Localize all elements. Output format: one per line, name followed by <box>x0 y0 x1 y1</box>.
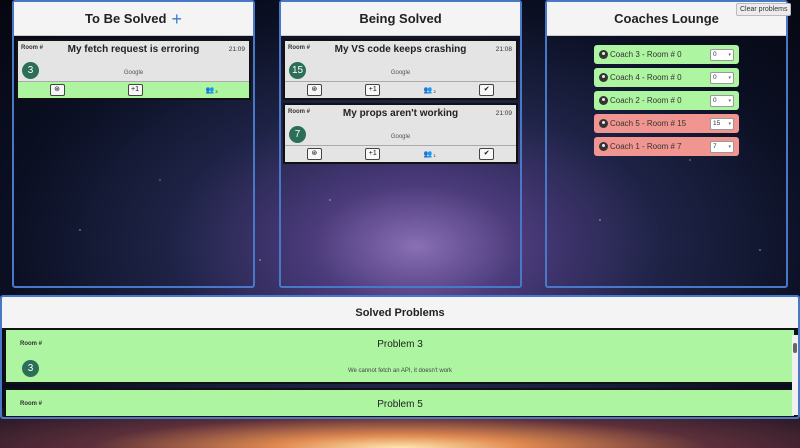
card-actions: ⊛ +1 👥 3 <box>18 81 249 98</box>
card-actions: ⊛ +1 👥 2 ✔ <box>285 81 516 98</box>
room-select-value: 7 <box>713 143 717 150</box>
group-count: 3 <box>215 89 218 94</box>
checkmark-icon[interactable]: ✔ <box>479 148 495 160</box>
solved-problem-title: Problem 5 <box>377 399 423 410</box>
room-select-value: 0 <box>713 97 717 104</box>
to-be-solved-column: To Be Solved + Room # My fetch request i… <box>12 0 255 288</box>
user-icon <box>599 119 608 128</box>
problem-title: My props aren't working <box>342 108 459 119</box>
user-icon <box>599 96 608 105</box>
solved-problem-description: We cannot fetch an API, it doesn't work <box>347 368 453 374</box>
solved-problem-card: Room # Problem 3 3 We cannot fetch an AP… <box>4 328 796 384</box>
coach-label: Coach 1 - Room # 7 <box>610 142 682 151</box>
room-select[interactable]: 0 ▾ <box>710 71 734 84</box>
plus-icon[interactable]: + <box>171 10 182 28</box>
group-icon: 👥 2 <box>423 87 436 94</box>
chevron-down-icon: ▾ <box>728 120 731 127</box>
company-label: Google <box>390 134 411 140</box>
coach-row: Coach 4 - Room # 0 0 ▾ <box>594 68 739 87</box>
problem-card: Room # My props aren't working 21:09 7 G… <box>283 103 518 164</box>
card-actions: ⊛ +1 👥 1 ✔ <box>285 145 516 162</box>
solved-scrollbar[interactable] <box>792 335 798 415</box>
coach-label: Coach 2 - Room # 0 <box>610 96 682 105</box>
plus-one-button[interactable]: +1 <box>127 84 143 96</box>
problem-card: Room # My fetch request is erroring 21:0… <box>16 39 251 100</box>
coaches-lounge-column: Coaches Lounge Coach 3 - Room # 0 0 ▾ Coa… <box>545 0 788 288</box>
group-icon: 👥 1 <box>423 151 436 158</box>
problem-title: My fetch request is erroring <box>67 44 200 55</box>
problem-time: 21:09 <box>228 46 245 53</box>
coach-row: Coach 2 - Room # 0 0 ▾ <box>594 91 739 110</box>
solved-problem-title: Problem 3 <box>377 339 423 350</box>
scrollbar-thumb[interactable] <box>793 343 797 353</box>
group-count: 2 <box>433 89 436 94</box>
coach-list: Coach 3 - Room # 0 0 ▾ Coach 4 - Room # 0… <box>547 36 786 160</box>
problem-time: 21:09 <box>495 110 512 117</box>
room-select[interactable]: 7 ▾ <box>710 140 734 153</box>
checkmark-icon[interactable]: ✔ <box>479 84 495 96</box>
plus-one-button[interactable]: +1 <box>365 148 381 160</box>
lifebuoy-icon[interactable]: ⊛ <box>306 84 322 96</box>
company-label: Google <box>123 70 144 76</box>
clear-problems-button[interactable]: Clear problems <box>736 3 792 16</box>
lifebuoy-icon[interactable]: ⊛ <box>306 148 322 160</box>
chevron-down-icon: ▾ <box>728 143 731 150</box>
coach-row: Coach 3 - Room # 0 0 ▾ <box>594 45 739 64</box>
problem-title: My VS code keeps crashing <box>334 44 467 55</box>
room-select-value: 0 <box>713 74 717 81</box>
user-icon <box>599 50 608 59</box>
being-solved-title: Being Solved <box>359 11 442 26</box>
solved-problem-card: Room # Problem 5 <box>4 388 796 417</box>
room-select[interactable]: 0 ▾ <box>710 94 734 107</box>
coach-label: Coach 4 - Room # 0 <box>610 73 682 82</box>
company-label: Google <box>390 70 411 76</box>
room-select-value: 0 <box>713 51 717 58</box>
chevron-down-icon: ▾ <box>728 51 731 58</box>
coaches-lounge-title: Coaches Lounge <box>614 11 719 26</box>
user-icon <box>599 142 608 151</box>
chevron-down-icon: ▾ <box>728 74 731 81</box>
lifebuoy-icon[interactable]: ⊛ <box>49 84 65 96</box>
coach-row: Coach 5 - Room # 15 15 ▾ <box>594 114 739 133</box>
plus-one-button[interactable]: +1 <box>365 84 381 96</box>
problem-time: 21:08 <box>495 46 512 53</box>
room-select-value: 15 <box>713 120 721 127</box>
being-solved-header: Being Solved <box>281 2 520 36</box>
group-count: 1 <box>433 153 436 158</box>
to-be-solved-header: To Be Solved + <box>14 2 253 36</box>
room-select[interactable]: 15 ▾ <box>710 117 734 130</box>
coach-label: Coach 3 - Room # 0 <box>610 50 682 59</box>
solved-problems-title: Solved Problems <box>355 306 445 319</box>
solved-problems-panel: Solved Problems Room # Problem 3 3 We ca… <box>0 295 800 419</box>
to-be-solved-title: To Be Solved <box>85 11 167 26</box>
coach-row: Coach 1 - Room # 7 7 ▾ <box>594 137 739 156</box>
chevron-down-icon: ▾ <box>728 97 731 104</box>
solved-problems-header: Solved Problems <box>2 297 798 328</box>
group-icon: 👥 3 <box>205 87 218 94</box>
user-icon <box>599 73 608 82</box>
coach-label: Coach 5 - Room # 15 <box>610 119 687 128</box>
being-solved-column: Being Solved Room # My VS code keeps cra… <box>279 0 522 288</box>
room-select[interactable]: 0 ▾ <box>710 48 734 61</box>
problem-card: Room # My VS code keeps crashing 21:08 1… <box>283 39 518 100</box>
